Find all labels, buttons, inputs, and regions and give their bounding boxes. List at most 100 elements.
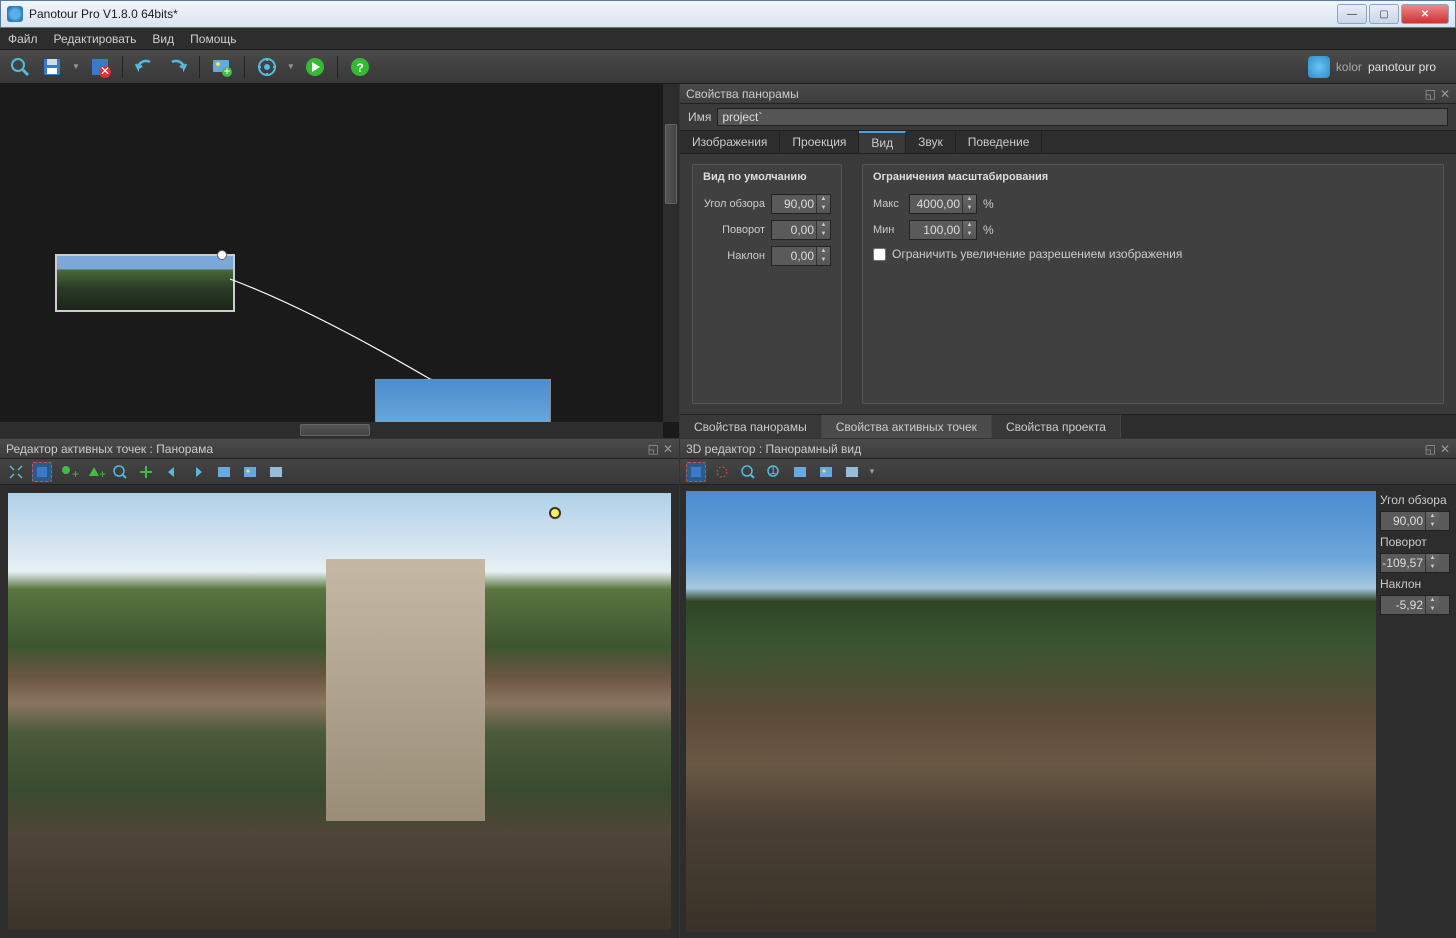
target-icon[interactable] — [712, 462, 732, 482]
property-tabs: Изображения Проекция Вид Звук Поведение — [680, 130, 1456, 154]
add-point-icon[interactable]: + — [58, 462, 78, 482]
properties-panel: Свойства панорамы ◱ ✕ Имя Изображения Про… — [680, 84, 1456, 439]
editor3d-view[interactable] — [686, 491, 1376, 932]
editor3d-header: 3D редактор : Панорамный вид ◱ ✕ — [680, 439, 1456, 459]
tilt-label: Наклон — [703, 250, 765, 262]
image3-icon[interactable] — [266, 462, 286, 482]
brand-text2: panotour pro — [1368, 60, 1436, 74]
redo-button[interactable] — [165, 55, 189, 79]
hotspot-editor-panel: Редактор активных точек : Панорама ◱✕ + … — [0, 439, 680, 938]
zoom-limits-group: Ограничения масштабирования Макс▲▼% Мин▲… — [862, 164, 1444, 404]
brand: kolor panotour pro — [1308, 56, 1448, 78]
tab-sound[interactable]: Звук — [906, 131, 956, 153]
next-icon[interactable] — [188, 462, 208, 482]
img3d1-icon[interactable] — [790, 462, 810, 482]
tab-behavior[interactable]: Поведение — [956, 131, 1043, 153]
svg-text:1: 1 — [770, 463, 777, 477]
svg-text:?: ? — [356, 61, 363, 75]
undo-button[interactable] — [133, 55, 157, 79]
hotspot-marker[interactable] — [549, 507, 561, 519]
scene-building — [326, 559, 485, 821]
limit-zoom-label: Ограничить увеличение разрешением изобра… — [892, 247, 1182, 261]
zoom-limits-title: Ограничения масштабирования — [863, 165, 1443, 187]
add-polygon-icon[interactable]: + — [84, 462, 104, 482]
window-title: Panotour Pro V1.8.0 64bits* — [29, 7, 1337, 21]
settings-button[interactable] — [255, 55, 279, 79]
max-spinbox[interactable]: ▲▼ — [909, 194, 977, 214]
default-view-title: Вид по умолчанию — [693, 165, 841, 187]
zoomfit-icon[interactable]: 1 — [764, 462, 784, 482]
btab-project-props[interactable]: Свойства проекта — [992, 415, 1121, 438]
editor3d-title: 3D редактор : Панорамный вид — [686, 442, 861, 456]
menu-view[interactable]: Вид — [152, 32, 174, 46]
menu-help[interactable]: Помощь — [190, 32, 236, 46]
title-bar: Panotour Pro V1.8.0 64bits* — ▢ ✕ — [0, 0, 1456, 28]
hotspot-header: Редактор активных точек : Панорама ◱✕ — [0, 439, 679, 459]
add-image-button[interactable]: + — [210, 55, 234, 79]
panorama-node-1[interactable] — [55, 254, 235, 312]
help-button[interactable]: ? — [348, 55, 372, 79]
tour-canvas[interactable] — [0, 84, 680, 439]
hotspot-panorama-view[interactable] — [8, 493, 671, 930]
delete-button[interactable]: ✕ — [88, 55, 112, 79]
rot-spinbox[interactable]: ▲▼ — [771, 220, 831, 240]
bottom-tabs: Свойства панорамы Свойства активных точе… — [680, 414, 1456, 438]
fov3d-spinbox[interactable]: ▲▼ — [1380, 511, 1450, 531]
image2-icon[interactable] — [240, 462, 260, 482]
move-icon[interactable] — [136, 462, 156, 482]
limit-zoom-checkbox[interactable] — [873, 248, 886, 261]
menu-bar: Файл Редактировать Вид Помощь — [0, 28, 1456, 50]
menu-file[interactable]: Файл — [8, 32, 38, 46]
tab-projection[interactable]: Проекция — [780, 131, 859, 153]
tab-images[interactable]: Изображения — [680, 131, 780, 153]
panel-close-icon[interactable]: ✕ — [1440, 442, 1450, 456]
minimize-button[interactable]: — — [1337, 4, 1367, 24]
svg-text:✕: ✕ — [100, 64, 110, 78]
prev-icon[interactable] — [162, 462, 182, 482]
hotspot-handle-icon[interactable] — [217, 250, 227, 260]
close-button[interactable]: ✕ — [1401, 4, 1449, 24]
btab-pano-props[interactable]: Свойства панорамы — [680, 415, 822, 438]
menu-edit[interactable]: Редактировать — [54, 32, 137, 46]
panel-close-icon[interactable]: ✕ — [663, 442, 673, 456]
editor3d-toolbar: 1 ▼ — [680, 459, 1456, 485]
panel-close-icon[interactable]: ✕ — [1440, 87, 1450, 101]
expand-icon[interactable] — [6, 462, 26, 482]
open-button[interactable] — [8, 55, 32, 79]
canvas-hscrollbar[interactable] — [0, 422, 663, 438]
canvas-vscrollbar[interactable] — [663, 84, 679, 422]
panel-float-icon[interactable]: ◱ — [1425, 442, 1436, 456]
link-arrow-icon — [230, 279, 470, 389]
fov-spinbox[interactable]: ▲▼ — [771, 194, 831, 214]
svg-text:+: + — [223, 64, 230, 78]
zoom-icon[interactable] — [110, 462, 130, 482]
panel-float-icon[interactable]: ◱ — [648, 442, 659, 456]
tilt3d-label: Наклон — [1380, 575, 1450, 593]
btab-hotspot-props[interactable]: Свойства активных точек — [822, 415, 992, 438]
img3d2-icon[interactable] — [816, 462, 836, 482]
min-spinbox[interactable]: ▲▼ — [909, 220, 977, 240]
brand-logo-icon — [1308, 56, 1330, 78]
panorama-node-2[interactable] — [375, 379, 551, 423]
svg-text:+: + — [72, 467, 79, 481]
image1-icon[interactable] — [214, 462, 234, 482]
tab-content-view: Вид по умолчанию Угол обзора▲▼ Поворот▲▼… — [680, 154, 1456, 414]
select3d-icon[interactable] — [686, 462, 706, 482]
zoom3d-icon[interactable] — [738, 462, 758, 482]
fov-label: Угол обзора — [703, 198, 765, 210]
panel-float-icon[interactable]: ◱ — [1425, 87, 1436, 101]
tilt-spinbox[interactable]: ▲▼ — [771, 246, 831, 266]
editor3d-controls: Угол обзора ▲▼ Поворот ▲▼ Наклон ▲▼ — [1380, 491, 1450, 932]
name-input[interactable] — [717, 108, 1448, 126]
tilt3d-spinbox[interactable]: ▲▼ — [1380, 595, 1450, 615]
maximize-button[interactable]: ▢ — [1369, 4, 1399, 24]
img3d3-icon[interactable] — [842, 462, 862, 482]
play-button[interactable] — [303, 55, 327, 79]
select-rect-icon[interactable] — [32, 462, 52, 482]
tab-view[interactable]: Вид — [859, 131, 906, 153]
max-label: Макс — [873, 198, 903, 210]
fov3d-label: Угол обзора — [1380, 491, 1450, 509]
save-button[interactable] — [40, 55, 64, 79]
rot3d-spinbox[interactable]: ▲▼ — [1380, 553, 1450, 573]
name-label: Имя — [688, 110, 711, 124]
